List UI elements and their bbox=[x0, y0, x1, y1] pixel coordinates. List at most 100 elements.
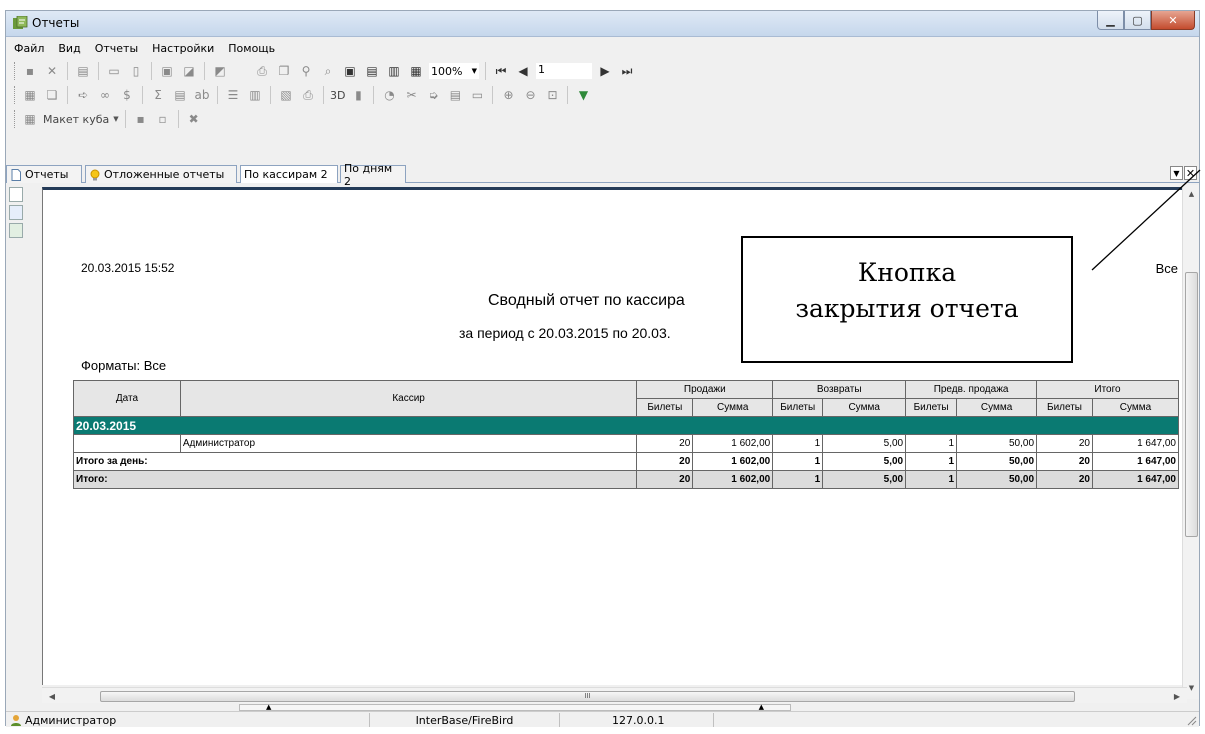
report-title: Сводный отчет по кассира bbox=[488, 292, 685, 309]
next-page-icon[interactable]: ▶ bbox=[596, 62, 614, 80]
vertical-scroll-thumb[interactable] bbox=[1185, 272, 1198, 537]
close-doc-icon[interactable]: ✕ bbox=[43, 62, 61, 80]
table-view-icon[interactable] bbox=[9, 223, 23, 238]
export-icon[interactable]: ▣ bbox=[158, 62, 176, 80]
save-icon[interactable]: ▪ bbox=[21, 62, 39, 80]
forward-icon[interactable]: ➭ bbox=[424, 86, 442, 104]
menu-help[interactable]: Помощь bbox=[228, 42, 275, 55]
page-width-icon[interactable]: ▥ bbox=[385, 62, 403, 80]
last-page-icon[interactable]: ⏭ bbox=[618, 62, 636, 80]
open-folder-icon[interactable]: ▭ bbox=[105, 62, 123, 80]
export-page-icon[interactable]: ◪ bbox=[180, 62, 198, 80]
menu-file[interactable]: Файл bbox=[14, 42, 44, 55]
cell-value: 1 bbox=[905, 470, 958, 489]
toolbar-grip[interactable] bbox=[14, 86, 17, 104]
cube-layout-icon[interactable]: ▦ bbox=[21, 110, 39, 128]
page-icon[interactable]: ▯ bbox=[127, 62, 145, 80]
single-page-icon[interactable]: ▣ bbox=[341, 62, 359, 80]
col-sum: Сумма bbox=[692, 398, 774, 417]
maximize-button[interactable]: ▢ bbox=[1124, 11, 1151, 30]
cells-icon[interactable]: ▭ bbox=[468, 86, 486, 104]
label-icon[interactable]: ab bbox=[193, 86, 211, 104]
col-returns: Возвраты bbox=[772, 380, 907, 399]
filter-icon[interactable]: ▼ bbox=[574, 86, 592, 104]
horizontal-scroll-thumb[interactable]: III bbox=[100, 691, 1075, 702]
col-sum: Сумма bbox=[822, 398, 907, 417]
toolbar-grip[interactable] bbox=[14, 62, 17, 80]
bar-chart-icon[interactable]: ▮ bbox=[349, 86, 367, 104]
tab-label: Отложенные отчеты bbox=[104, 168, 225, 181]
cell-value: 5,00 bbox=[822, 470, 907, 489]
chart-source-icon[interactable]: ▧ bbox=[277, 86, 295, 104]
cell-value: 5,00 bbox=[822, 434, 907, 453]
print-preview-icon[interactable]: ▤ bbox=[74, 62, 92, 80]
col-tickets: Билеты bbox=[905, 398, 958, 417]
dollar-icon[interactable]: $ bbox=[118, 86, 136, 104]
tab-by-days[interactable]: По дням 2 bbox=[340, 162, 406, 188]
zoom-fit-icon[interactable]: ⊡ bbox=[543, 86, 561, 104]
print-icon[interactable]: ⎙ bbox=[253, 62, 271, 80]
panel-splitter[interactable]: ▲ ▲ bbox=[239, 704, 791, 711]
zoom-select[interactable]: 100% ▼ bbox=[429, 63, 479, 79]
page-view-icon[interactable] bbox=[9, 187, 23, 202]
link-icon[interactable]: ∞ bbox=[96, 86, 114, 104]
filter-list-icon[interactable]: ▥ bbox=[246, 86, 264, 104]
delete-layout-icon[interactable]: ✖ bbox=[185, 110, 203, 128]
cube-layout-menu[interactable]: Макет куба bbox=[43, 113, 109, 126]
window-close-button[interactable]: ✕ bbox=[1151, 11, 1195, 30]
print-chart-icon[interactable]: ⎙ bbox=[299, 86, 317, 104]
menu-settings[interactable]: Настройки bbox=[152, 42, 214, 55]
arrow-right-icon[interactable]: ➪ bbox=[74, 86, 92, 104]
table-header-row: Дата Кассир Продажи Возвраты Предв. прод… bbox=[73, 380, 1179, 417]
save-layout-as-icon[interactable]: ▫ bbox=[154, 110, 172, 128]
cell-value: 1 647,00 bbox=[1091, 470, 1180, 489]
toolbar-separator bbox=[567, 86, 569, 104]
first-page-icon[interactable]: ⏮ bbox=[492, 62, 510, 80]
toolbar-separator bbox=[204, 62, 205, 80]
scroll-right-icon[interactable]: ▶ bbox=[1169, 688, 1185, 704]
copy-icon[interactable]: ❐ bbox=[275, 62, 293, 80]
toolbar-grip[interactable] bbox=[14, 110, 17, 128]
title-bar[interactable]: Отчеты ▁ ▢ ✕ bbox=[6, 11, 1199, 37]
cell-value: 1 bbox=[905, 452, 958, 471]
col-tickets: Билеты bbox=[636, 398, 694, 417]
sum-icon[interactable]: Σ bbox=[149, 86, 167, 104]
report-table: Дата Кассир Продажи Возвраты Предв. прод… bbox=[72, 380, 1180, 489]
menu-reports[interactable]: Отчеты bbox=[95, 42, 138, 55]
cell-value: 1 647,00 bbox=[1091, 452, 1180, 471]
save-layout-icon[interactable]: ▪ bbox=[132, 110, 150, 128]
3d-toggle[interactable]: 3D bbox=[330, 89, 345, 102]
report-period: за период с 20.03.2015 по 20.03. bbox=[459, 325, 671, 341]
sheet-icon[interactable]: ▤ bbox=[446, 86, 464, 104]
grid-icon[interactable]: ▦ bbox=[21, 86, 39, 104]
prev-page-icon[interactable]: ◀ bbox=[514, 62, 532, 80]
list-icon[interactable]: ☰ bbox=[224, 86, 242, 104]
group-row: 20.03.2015 bbox=[73, 416, 1179, 435]
zoom-out-icon[interactable]: ⊖ bbox=[521, 86, 539, 104]
find-icon[interactable]: ⚲ bbox=[297, 62, 315, 80]
tab-reports[interactable]: Отчеты bbox=[6, 165, 82, 183]
table-icon[interactable]: ▤ bbox=[171, 86, 189, 104]
pie-icon[interactable]: ◔ bbox=[380, 86, 398, 104]
tab-deferred-reports[interactable]: Отложенные отчеты bbox=[85, 165, 237, 183]
zoom-in-icon[interactable]: ⊕ bbox=[499, 86, 517, 104]
report-tabs: Отчеты Отложенные отчеты По кассирам 2 П… bbox=[6, 162, 1199, 188]
horizontal-scrollbar[interactable]: ◀ III ▶ bbox=[42, 687, 1187, 703]
data-view-icon[interactable] bbox=[9, 205, 23, 220]
resize-grip-icon[interactable] bbox=[1185, 714, 1197, 726]
layers-icon[interactable]: ❏ bbox=[43, 86, 61, 104]
page-number-input[interactable]: 1 bbox=[536, 63, 592, 79]
cell-value: 20 bbox=[636, 452, 694, 471]
cell-value: 5,00 bbox=[822, 452, 907, 471]
scissors-icon[interactable]: ✂ bbox=[402, 86, 420, 104]
edit-icon[interactable]: ◩ bbox=[211, 62, 229, 80]
annotation-arrow bbox=[1091, 169, 1201, 271]
whole-page-icon[interactable]: ▤ bbox=[363, 62, 381, 80]
zoom-search-icon[interactable]: ⌕ bbox=[319, 62, 337, 80]
tab-by-cashiers[interactable]: По кассирам 2 bbox=[240, 165, 338, 183]
scroll-left-icon[interactable]: ◀ bbox=[44, 688, 60, 704]
multi-page-icon[interactable]: ▦ bbox=[407, 62, 425, 80]
cell-value: 20 bbox=[1036, 434, 1093, 453]
menu-view[interactable]: Вид bbox=[58, 42, 80, 55]
minimize-button[interactable]: ▁ bbox=[1097, 11, 1124, 30]
